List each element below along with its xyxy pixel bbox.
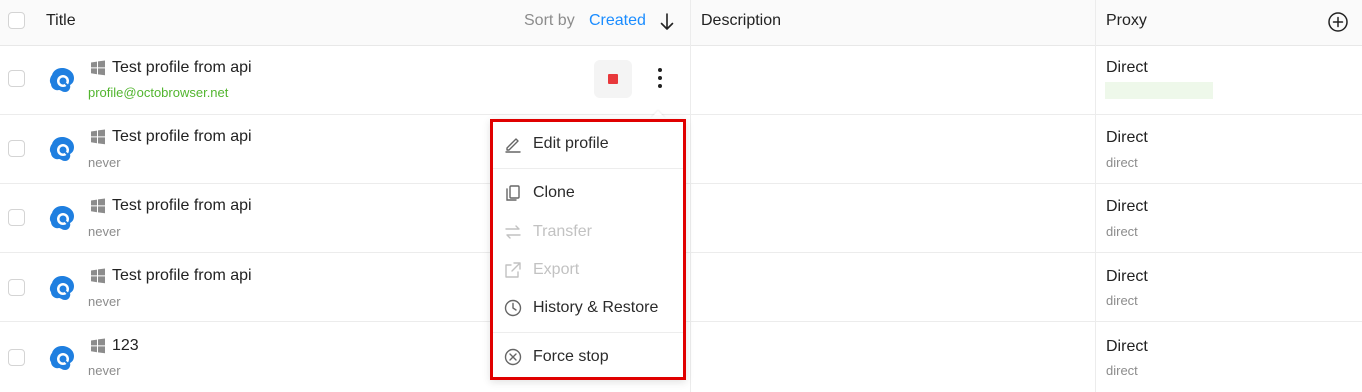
- column-proxy-header[interactable]: Proxy: [1106, 12, 1147, 30]
- profile-last-run: never: [88, 363, 121, 378]
- sort-arrow-down-icon[interactable]: [660, 13, 674, 31]
- profile-last-run: never: [88, 294, 121, 309]
- edit-icon: [505, 138, 521, 153]
- windows-icon: [91, 338, 105, 354]
- windows-icon: [91, 60, 105, 76]
- octo-browser-icon: [49, 68, 74, 92]
- profile-last-run: never: [88, 155, 121, 170]
- proxy-detail-redacted: [1105, 82, 1213, 99]
- stop-button[interactable]: [594, 60, 632, 98]
- menu-history-restore[interactable]: History & Restore: [503, 294, 677, 322]
- menu-divider: [493, 332, 683, 333]
- proxy-detail: direct: [1106, 224, 1138, 239]
- proxy-detail: direct: [1106, 293, 1138, 308]
- profile-title[interactable]: Test profile from api: [112, 197, 252, 215]
- proxy-detail: direct: [1106, 363, 1138, 378]
- row-checkbox[interactable]: [8, 279, 25, 296]
- row-checkbox[interactable]: [8, 349, 25, 366]
- menu-export[interactable]: Export: [503, 256, 677, 284]
- menu-export-label: Export: [533, 261, 580, 278]
- transfer-icon: [505, 225, 521, 239]
- octo-browser-icon: [49, 276, 74, 300]
- column-description-header[interactable]: Description: [701, 12, 781, 30]
- row-checkbox[interactable]: [8, 209, 25, 226]
- more-vertical-icon[interactable]: [650, 66, 670, 92]
- menu-history-restore-label: History & Restore: [533, 299, 659, 316]
- force-stop-icon: [504, 348, 522, 366]
- windows-icon: [91, 268, 105, 284]
- select-all-checkbox[interactable]: [8, 12, 25, 29]
- menu-clone[interactable]: Clone: [503, 179, 677, 207]
- profile-email: profile@octobrowser.net: [88, 85, 229, 100]
- profile-last-run: never: [88, 224, 121, 239]
- sort-by-label: Sort by: [524, 12, 575, 29]
- proxy-type: Direct: [1106, 198, 1148, 215]
- proxy-type: Direct: [1106, 129, 1148, 146]
- proxy-type: Direct: [1106, 338, 1148, 355]
- proxy-type: Direct: [1106, 268, 1148, 285]
- profile-title[interactable]: Test profile from api: [112, 267, 252, 285]
- octo-browser-icon: [49, 137, 74, 161]
- profile-title[interactable]: Test profile from api: [112, 128, 252, 146]
- clone-icon: [506, 185, 520, 201]
- table-row[interactable]: Test profile from api profile@octobrowse…: [0, 46, 1362, 115]
- menu-edit-profile[interactable]: Edit profile: [503, 130, 677, 158]
- history-icon: [504, 299, 522, 317]
- menu-clone-label: Clone: [533, 184, 575, 201]
- menu-transfer[interactable]: Transfer: [503, 218, 677, 246]
- menu-force-stop[interactable]: Force stop: [503, 343, 677, 371]
- table-header: Title Sort by Created Description Proxy: [0, 0, 1362, 46]
- column-title-header[interactable]: Title: [46, 12, 76, 30]
- menu-force-stop-label: Force stop: [533, 348, 609, 365]
- export-icon: [505, 262, 521, 278]
- stop-icon: [608, 74, 618, 84]
- windows-icon: [91, 129, 105, 145]
- octo-browser-icon: [49, 206, 74, 230]
- octo-browser-icon: [49, 346, 74, 370]
- menu-divider: [493, 168, 683, 169]
- row-checkbox[interactable]: [8, 140, 25, 157]
- profile-context-menu: Edit profile Clone Transfer Export Histo…: [490, 119, 686, 380]
- row-checkbox[interactable]: [8, 70, 25, 87]
- proxy-type: Direct: [1106, 59, 1148, 76]
- windows-icon: [91, 198, 105, 214]
- add-column-icon[interactable]: [1327, 11, 1349, 33]
- proxy-detail: direct: [1106, 155, 1138, 170]
- menu-transfer-label: Transfer: [533, 223, 592, 240]
- menu-edit-profile-label: Edit profile: [533, 135, 609, 152]
- sort-field-button[interactable]: Created: [589, 12, 646, 30]
- profile-title[interactable]: 123: [112, 337, 139, 355]
- profile-title[interactable]: Test profile from api: [112, 59, 252, 77]
